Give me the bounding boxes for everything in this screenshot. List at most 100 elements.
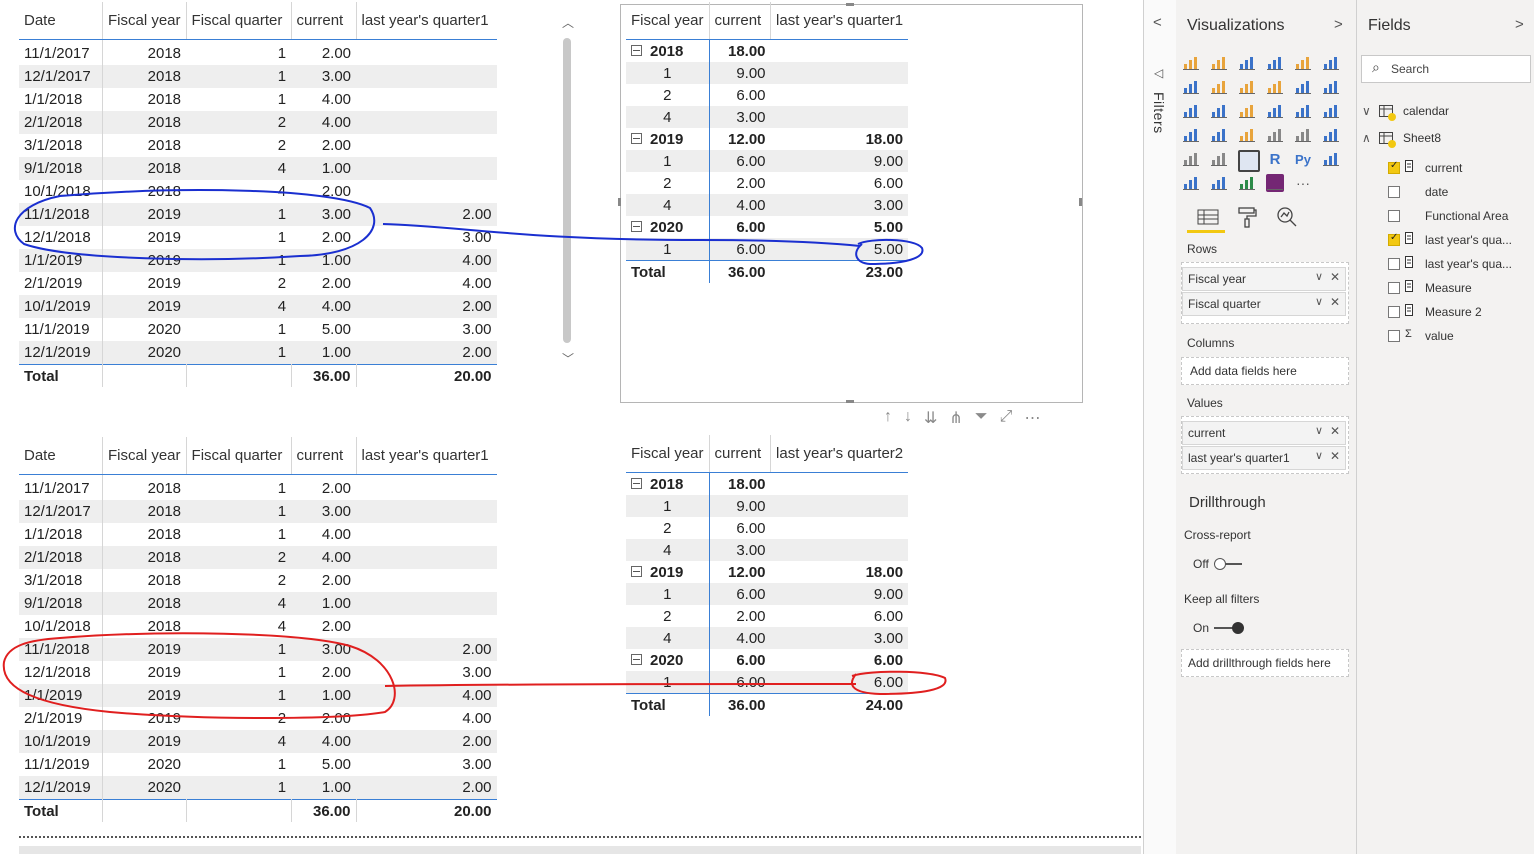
collapse-row-icon[interactable]	[631, 45, 642, 57]
column-header-fiscal-year[interactable]: Fiscal year	[102, 437, 187, 475]
table-row[interactable]: 10/1/2019 2019 4 4.00 2.00	[19, 730, 497, 753]
table-row[interactable]: 11/1/2017 2018 1 2.00	[19, 39, 497, 65]
table-row[interactable]: 2/1/2018 2018 2 4.00	[19, 111, 497, 134]
collapse-filters-icon[interactable]: <	[1153, 14, 1162, 31]
matrix-quarter-row[interactable]: 4 3.00	[626, 106, 909, 128]
field-item[interactable]: last year's qua...	[1425, 257, 1512, 271]
filter-icon[interactable]: ⏷	[975, 408, 988, 428]
field-checkbox[interactable]	[1388, 258, 1400, 270]
resize-handle[interactable]	[846, 400, 854, 403]
matrix-quarter-row[interactable]: 1 6.00 9.00	[626, 150, 909, 172]
matrix-year-row[interactable]: 2018 18.00	[626, 472, 908, 495]
matrix-header-fiscal-year[interactable]: Fiscal year	[626, 2, 710, 40]
table-row[interactable]: 3/1/2018 2018 2 2.00	[19, 134, 497, 157]
area-chart-icon[interactable]	[1210, 78, 1228, 96]
format-paint-roller-icon[interactable]	[1237, 206, 1257, 228]
table-calendar[interactable]: calendar	[1403, 104, 1449, 118]
more-options-icon[interactable]: ⋯	[1024, 408, 1040, 428]
table-row[interactable]: 11/1/2018 2019 1 3.00 2.00	[19, 638, 497, 661]
matrix-header-current[interactable]: current	[709, 2, 772, 40]
keep-all-filters-toggle-knob[interactable]	[1232, 622, 1244, 634]
table-row[interactable]: 12/1/2017 2018 1 3.00	[19, 65, 497, 88]
matrix-quarter-row[interactable]: 2 2.00 6.00	[626, 605, 908, 627]
clustered-bar-chart-icon[interactable]	[1238, 54, 1256, 72]
table-row[interactable]: 2/1/2019 2019 2 2.00 4.00	[19, 707, 497, 730]
expand-all-down-icon[interactable]: ⇊	[924, 408, 937, 428]
table-row[interactable]: 9/1/2018 2018 4 1.00	[19, 592, 497, 615]
funnel-icon[interactable]	[1210, 126, 1228, 144]
line-stacked-column-icon[interactable]	[1294, 78, 1312, 96]
table-row[interactable]: 11/1/2017 2018 1 2.00	[19, 474, 497, 500]
matrix-header-last-years-quarter2[interactable]: last year's quarter2	[770, 435, 909, 473]
chevron-down-icon[interactable]: ∨	[1315, 295, 1323, 308]
table-row[interactable]: 10/1/2018 2018 4 2.00	[19, 615, 497, 638]
kpi-icon[interactable]	[1322, 126, 1340, 144]
100-stacked-column-chart-icon[interactable]	[1322, 54, 1340, 72]
field-item[interactable]: date	[1425, 185, 1448, 199]
decomposition-tree-icon[interactable]	[1182, 174, 1200, 192]
expand-visualizations-icon[interactable]: >	[1334, 16, 1343, 33]
table-row[interactable]: 12/1/2019 2020 1 1.00 2.00	[19, 776, 497, 800]
table-row[interactable]: 12/1/2018 2019 1 2.00 3.00	[19, 226, 497, 249]
matrix-year-row[interactable]: 2019 12.00 18.00	[626, 128, 908, 150]
remove-field-icon[interactable]: ✕	[1330, 270, 1340, 284]
focus-mode-icon[interactable]: ⤢	[1000, 408, 1013, 428]
table-row[interactable]: 11/1/2018 2019 1 3.00 2.00	[19, 203, 497, 226]
collapse-row-icon[interactable]	[631, 654, 642, 666]
field-item[interactable]: Functional Area	[1425, 209, 1508, 223]
remove-field-icon[interactable]: ✕	[1330, 424, 1340, 438]
field-checkbox[interactable]	[1388, 232, 1400, 246]
filled-map-icon[interactable]	[1182, 126, 1200, 144]
collapse-row-icon[interactable]	[631, 133, 642, 145]
python-visual-icon[interactable]: Py	[1294, 150, 1312, 168]
matrix-header-last-years-quarter1[interactable]: last year's quarter1	[770, 2, 909, 40]
slicer-icon[interactable]	[1182, 150, 1200, 168]
matrix-year-row[interactable]: 2020 6.00 6.00	[626, 649, 908, 671]
filter-funnel-icon[interactable]: ◁	[1154, 66, 1163, 80]
scroll-up-icon[interactable]: ︿	[562, 14, 574, 31]
expand-fields-icon[interactable]: >	[1515, 16, 1524, 33]
matrix-quarter-row[interactable]: 4 4.00 3.00	[626, 194, 909, 216]
matrix-header-fiscal-year[interactable]: Fiscal year	[626, 435, 710, 473]
matrix-quarter-row[interactable]: 4 3.00	[626, 539, 909, 561]
expand-next-level-icon[interactable]: ⋔	[949, 408, 962, 428]
matrix-quarter-row[interactable]: 1 9.00	[626, 495, 909, 517]
fields-search-box[interactable]: ⌕ Search	[1361, 55, 1531, 83]
rows-field-fiscal-quarter[interactable]: Fiscal quarter ∨ ✕	[1182, 292, 1346, 316]
filters-pane-label[interactable]: Filters	[1151, 92, 1167, 134]
drillthrough-well[interactable]: Add drillthrough fields here	[1181, 649, 1349, 677]
chevron-down-icon[interactable]: ∨	[1315, 449, 1323, 462]
matrix-quarter-row[interactable]: 1 6.00 9.00	[626, 583, 909, 605]
columns-well[interactable]: Add data fields here	[1181, 357, 1349, 385]
field-item[interactable]: last year's qua...	[1425, 233, 1512, 247]
table-icon[interactable]	[1210, 150, 1228, 168]
matrix-quarter-row[interactable]: 1 6.00 6.00	[626, 671, 909, 694]
waterfall-chart-icon[interactable]	[1182, 102, 1200, 120]
matrix-quarter-row[interactable]: 2 2.00 6.00	[626, 172, 908, 194]
remove-field-icon[interactable]: ✕	[1330, 449, 1340, 463]
pie-chart-icon[interactable]	[1238, 102, 1256, 120]
arcgis-map-icon[interactable]	[1238, 174, 1256, 192]
donut-chart-icon[interactable]	[1266, 102, 1284, 120]
field-checkbox[interactable]	[1388, 330, 1400, 342]
column-header-last-years-quarter1[interactable]: last year's quarter1	[356, 437, 497, 475]
field-item[interactable]: Measure 2	[1425, 305, 1482, 319]
column-header-fiscal-year[interactable]: Fiscal year	[102, 2, 187, 40]
column-header-date[interactable]: Date	[19, 2, 103, 40]
fields-tab-icon[interactable]	[1196, 208, 1220, 226]
matrix-year-row[interactable]: 2019 12.00 18.00	[626, 561, 908, 583]
clustered-column-chart-icon[interactable]	[1266, 54, 1284, 72]
values-field-last-years-quarter1[interactable]: last year's quarter1 ∨ ✕	[1182, 446, 1346, 470]
table-row[interactable]: 11/1/2019 2020 1 5.00 3.00	[19, 318, 497, 341]
field-checkbox[interactable]	[1388, 186, 1400, 198]
matrix-quarter-row[interactable]: 1 9.00	[626, 62, 909, 84]
collapse-row-icon[interactable]	[631, 566, 642, 578]
vertical-scrollbar[interactable]	[563, 38, 571, 343]
field-checkbox[interactable]	[1388, 306, 1400, 318]
table-row[interactable]: 1/1/2019 2019 1 1.00 4.00	[19, 684, 497, 707]
table-sheet8[interactable]: Sheet8	[1403, 131, 1441, 145]
line-clustered-column-icon[interactable]	[1266, 78, 1284, 96]
table-row[interactable]: 2/1/2019 2019 2 2.00 4.00	[19, 272, 497, 295]
matrix-year-row[interactable]: 2020 6.00 5.00	[626, 216, 908, 238]
analytics-magnifier-icon[interactable]	[1276, 206, 1298, 228]
